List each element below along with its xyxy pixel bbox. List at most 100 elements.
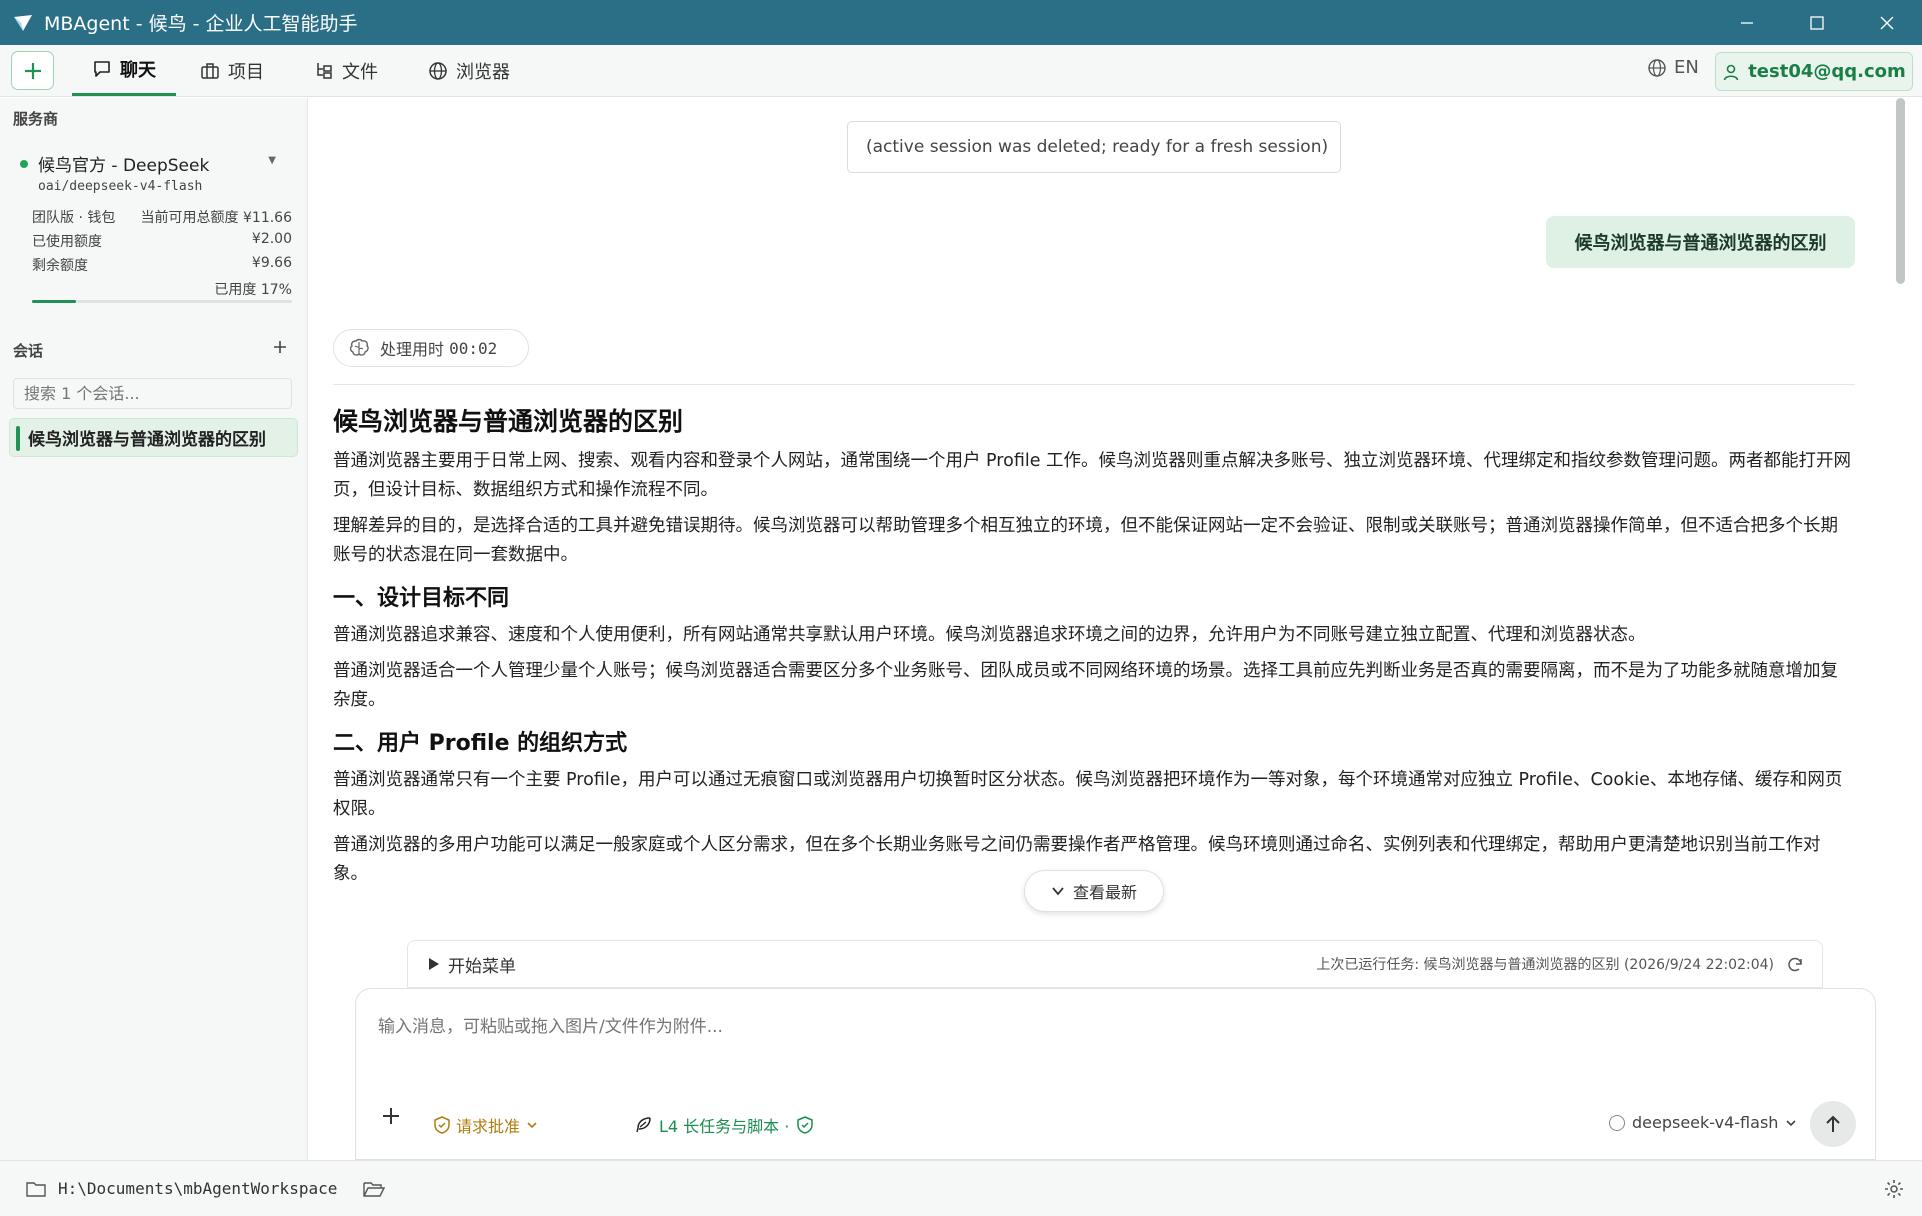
toolbar: 聊天 项目 文件 浏览器 EN test04@qq.com — [0, 45, 1922, 97]
refresh-icon[interactable] — [1786, 956, 1804, 974]
sessions-heading: 会话 — [13, 342, 44, 360]
message-composer: 请求批准 L4 长任务与脚本 · deepseek-v4-flash — [355, 988, 1876, 1160]
language-switch[interactable]: EN — [1647, 57, 1699, 78]
see-latest-button[interactable]: 查看最新 — [1024, 870, 1164, 912]
answer-section-heading: 一、设计目标不同 — [333, 586, 510, 611]
workspace-path: H:\Documents\mbAgentWorkspace — [58, 1179, 338, 1198]
usage-progress-fill — [32, 300, 77, 303]
chat-icon — [94, 61, 110, 77]
remaining-row: 剩余额度 ¥9.66 — [32, 255, 292, 275]
provider-selector[interactable]: 候鸟官方 - DeepSeek oai/deepseek-v4-flash ▼ — [20, 151, 290, 194]
start-menu-bar: 开始菜单 上次已运行任务: 候鸟浏览器与普通浏览器的区别 (2026/9/24 … — [407, 940, 1823, 988]
usage-progress-bar — [32, 300, 292, 303]
remaining-label: 剩余额度 — [32, 258, 88, 274]
tab-browser[interactable]: 浏览器 — [428, 45, 510, 96]
sidebar: 服务商 候鸟官方 - DeepSeek oai/deepseek-v4-flas… — [0, 98, 308, 1160]
user-account-button[interactable]: test04@qq.com — [1715, 52, 1913, 91]
language-label: EN — [1674, 57, 1699, 78]
chevron-down-icon — [527, 1122, 537, 1129]
wallet-label: 团队版 · 钱包 — [32, 210, 116, 226]
globe-icon — [429, 61, 447, 80]
briefcase-icon — [201, 62, 219, 79]
close-icon — [1880, 16, 1894, 29]
start-menu-label: 开始菜单 — [448, 956, 516, 977]
timer-label: 处理用时 — [380, 340, 445, 359]
session-item[interactable]: 候鸟浏览器与普通浏览器的区别 — [9, 418, 298, 457]
send-button[interactable] — [1810, 1101, 1856, 1147]
answer-paragraph: 普通浏览器通常只有一个主要 Profile，用户可以通过无痕窗口或浏览器用户切换… — [333, 770, 1843, 819]
used-value: ¥2.00 — [251, 231, 292, 247]
tab-label: 项目 — [228, 61, 264, 83]
plus-icon — [383, 1108, 399, 1124]
play-icon — [429, 958, 439, 970]
feather-icon — [636, 1117, 651, 1133]
folder-open-icon[interactable] — [363, 1180, 386, 1198]
tab-files[interactable]: 文件 — [314, 45, 378, 96]
used-label: 已使用额度 — [32, 234, 102, 250]
folder-icon — [26, 1181, 46, 1197]
close-button[interactable] — [1852, 0, 1922, 45]
session-title: 候鸟浏览器与普通浏览器的区别 — [28, 430, 266, 450]
provider-name: 候鸟官方 - DeepSeek — [38, 156, 210, 176]
provider-heading: 服务商 — [13, 110, 59, 128]
user-message-bubble: 候鸟浏览器与普通浏览器的区别 — [1546, 216, 1855, 268]
tab-project[interactable]: 项目 — [200, 45, 264, 96]
plus-icon — [274, 341, 286, 353]
maximize-button[interactable] — [1782, 0, 1852, 45]
remaining-value: ¥9.66 — [251, 255, 292, 271]
session-notice: (active session was deleted; ready for a… — [847, 121, 1341, 173]
answer-paragraph: 普通浏览器适合一个人管理少量个人账号；候鸟浏览器适合需要区分多个业务账号、团队成… — [333, 661, 1838, 710]
model-selector[interactable]: deepseek-v4-flash — [1609, 1113, 1797, 1132]
plus-icon — [24, 62, 41, 79]
app-logo-icon — [14, 14, 32, 31]
approval-label: 请求批准 — [456, 1117, 521, 1136]
user-email: test04@qq.com — [1748, 61, 1906, 82]
tab-label: 聊天 — [120, 60, 156, 81]
processing-timer[interactable]: 处理用时 00:02 — [333, 329, 529, 367]
divider — [333, 384, 1855, 385]
minimize-icon — [1741, 21, 1753, 24]
gear-icon[interactable] — [1884, 1179, 1904, 1199]
attach-button[interactable] — [382, 1107, 400, 1129]
start-menu-button[interactable]: 开始菜单 — [428, 952, 516, 977]
status-dot-icon — [20, 159, 28, 168]
window-title: MBAgent - 候鸟 - 企业人工智能助手 — [44, 13, 358, 35]
answer-title: 候鸟浏览器与普通浏览器的区别 — [333, 407, 684, 436]
usage-row: 已用度 17% — [32, 279, 292, 299]
chevron-down-icon — [1786, 1119, 1796, 1126]
answer-paragraph: 普通浏览器追求兼容、速度和个人使用便利，所有网站通常共享默认用户环境。候鸟浏览器… — [333, 625, 1646, 645]
chat-scrollbar[interactable] — [1896, 98, 1905, 284]
tab-label: 浏览器 — [456, 61, 510, 83]
chevron-down-icon — [1052, 887, 1064, 896]
tab-label: 文件 — [342, 61, 378, 83]
available-label: 当前可用总额度 ¥11.66 — [140, 210, 292, 226]
minimize-button[interactable] — [1712, 0, 1782, 45]
add-session-button[interactable] — [272, 336, 288, 361]
globe-icon — [1648, 58, 1666, 77]
arrow-up-icon — [1826, 1115, 1840, 1132]
wallet-row: 团队版 · 钱包 当前可用总额度 ¥11.66 — [32, 207, 292, 227]
tab-chat[interactable]: 聊天 — [72, 45, 176, 96]
session-search-input[interactable] — [13, 378, 292, 409]
task-level-selector[interactable]: L4 长任务与脚本 · — [634, 1113, 814, 1137]
provider-model: oai/deepseek-v4-flash — [38, 179, 203, 194]
assistant-answer: 候鸟浏览器与普通浏览器的区别 普通浏览器主要用于日常上网、搜索、观看内容和登录个… — [333, 400, 1855, 917]
caret-down-icon: ▼ — [268, 155, 276, 166]
shield-check-icon — [434, 1116, 450, 1134]
last-task-info: 上次已运行任务: 候鸟浏览器与普通浏览器的区别 (2026/9/24 22:02… — [1316, 957, 1774, 973]
status-bar: H:\Documents\mbAgentWorkspace — [0, 1160, 1922, 1216]
new-chat-button[interactable] — [11, 51, 54, 90]
timer-value: 00:02 — [449, 338, 498, 358]
user-icon — [1723, 64, 1739, 80]
used-row: 已使用额度 ¥2.00 — [32, 231, 292, 251]
approval-mode-dropdown[interactable]: 请求批准 — [434, 1113, 538, 1137]
answer-paragraph: 理解差异的目的，是选择合适的工具并避免错误期待。候鸟浏览器可以帮助管理多个相互独… — [333, 516, 1838, 565]
see-latest-label: 查看最新 — [1072, 883, 1137, 902]
message-input[interactable] — [378, 1017, 1778, 1037]
title-bar: MBAgent - 候鸟 - 企业人工智能助手 — [0, 0, 1922, 45]
brain-icon — [349, 338, 369, 356]
maximize-icon — [1810, 15, 1824, 30]
model-name: deepseek-v4-flash — [1632, 1113, 1779, 1132]
shield-check-icon — [797, 1116, 814, 1134]
usage-text: 已用度 17% — [214, 282, 292, 298]
